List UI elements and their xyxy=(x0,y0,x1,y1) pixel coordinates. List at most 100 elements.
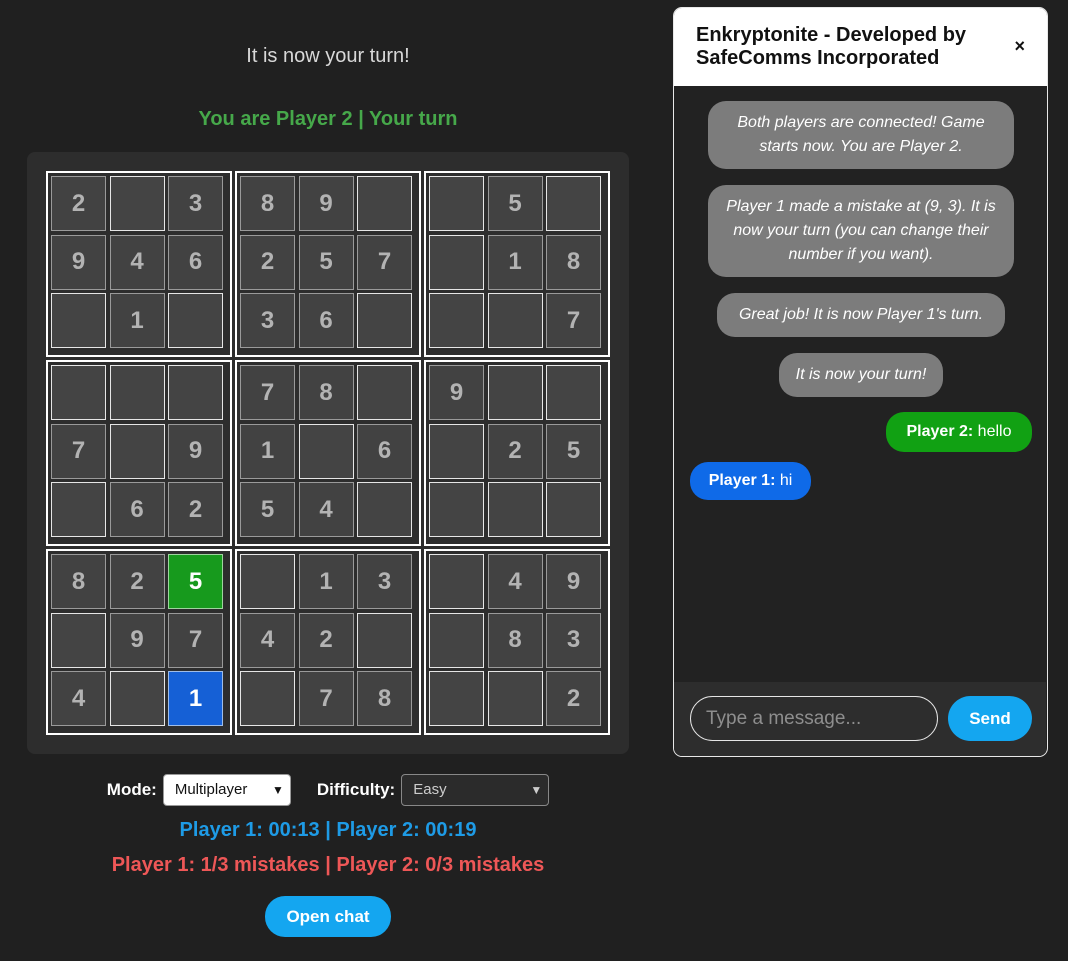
sudoku-cell[interactable]: 1 xyxy=(487,234,543,290)
message-input[interactable] xyxy=(690,696,938,741)
sudoku-cell[interactable]: 7 xyxy=(298,671,354,726)
player-status: You are Player 2 | Your turn xyxy=(198,108,458,130)
chat-message-text: Great job! It is now Player 1's turn. xyxy=(738,306,984,323)
sudoku-cell[interactable]: 6 xyxy=(168,234,223,290)
sudoku-cell[interactable] xyxy=(240,671,295,726)
sudoku-cell[interactable] xyxy=(429,234,484,290)
turn-message: It is now your turn! xyxy=(246,45,410,67)
sudoku-cell[interactable] xyxy=(357,176,412,231)
sudoku-cell[interactable]: 4 xyxy=(298,482,354,537)
sudoku-cell[interactable]: 1 xyxy=(109,293,165,348)
sudoku-cell[interactable] xyxy=(168,293,223,348)
sudoku-cell[interactable] xyxy=(487,482,543,537)
sudoku-cell[interactable]: 7 xyxy=(546,293,601,348)
sudoku-cell[interactable]: 3 xyxy=(168,176,223,231)
sudoku-cell[interactable] xyxy=(429,293,484,348)
sudoku-cell[interactable]: 6 xyxy=(109,482,165,537)
mode-label: Mode: xyxy=(106,779,157,799)
send-button[interactable]: Send xyxy=(948,696,1032,741)
sudoku-cell[interactable]: 5 xyxy=(546,423,601,479)
sudoku-cell[interactable]: 2 xyxy=(298,612,354,668)
sudoku-cell[interactable] xyxy=(298,423,354,479)
sudoku-cell[interactable]: 4 xyxy=(240,612,295,668)
sudoku-cell[interactable] xyxy=(429,423,484,479)
sudoku-cell[interactable]: 4 xyxy=(51,671,106,726)
sudoku-cell[interactable]: 1 xyxy=(240,423,295,479)
sudoku-cell[interactable]: 2 xyxy=(109,554,165,609)
sudoku-cell[interactable]: 5 xyxy=(240,482,295,537)
sudoku-cell[interactable]: 2 xyxy=(51,176,106,231)
difficulty-select-value: Easy xyxy=(413,781,447,798)
close-icon[interactable]: × xyxy=(1014,36,1025,57)
sudoku-cell[interactable] xyxy=(51,612,106,668)
sudoku-cell[interactable] xyxy=(546,176,601,231)
sudoku-cell[interactable] xyxy=(51,365,106,420)
sudoku-cell[interactable]: 4 xyxy=(487,554,543,609)
sudoku-cell[interactable]: 6 xyxy=(357,423,412,479)
sudoku-box: 49832 xyxy=(424,549,610,735)
sudoku-cell[interactable] xyxy=(429,176,484,231)
sudoku-cell[interactable]: 7 xyxy=(51,423,106,479)
chat-header: Enkryptonite - Developed by SafeComms In… xyxy=(674,8,1047,86)
sudoku-cell[interactable]: 2 xyxy=(546,671,601,726)
sudoku-cell[interactable] xyxy=(109,671,165,726)
sudoku-cell[interactable] xyxy=(168,365,223,420)
sudoku-cell[interactable]: 4 xyxy=(109,234,165,290)
sudoku-cell[interactable]: 3 xyxy=(546,612,601,668)
sudoku-cell[interactable]: 9 xyxy=(168,423,223,479)
sudoku-cell[interactable]: 7 xyxy=(168,612,223,668)
sudoku-cell[interactable]: 2 xyxy=(487,423,543,479)
sudoku-cell[interactable]: 3 xyxy=(240,293,295,348)
sudoku-cell[interactable]: 2 xyxy=(240,234,295,290)
sudoku-cell[interactable]: 8 xyxy=(298,365,354,420)
sudoku-cell[interactable]: 8 xyxy=(51,554,106,609)
difficulty-select[interactable]: Easy ▼ xyxy=(401,773,550,806)
sudoku-cell[interactable]: 8 xyxy=(357,671,412,726)
mode-select[interactable]: Multiplayer ▼ xyxy=(162,773,291,806)
sudoku-board-container: 2394618925736518779627816549258259741134… xyxy=(27,152,629,754)
sudoku-cell[interactable]: 6 xyxy=(298,293,354,348)
sudoku-cell[interactable] xyxy=(546,482,601,537)
sudoku-cell[interactable]: 8 xyxy=(487,612,543,668)
sudoku-cell[interactable]: 7 xyxy=(240,365,295,420)
sudoku-cell[interactable]: 5 xyxy=(298,234,354,290)
sudoku-cell[interactable] xyxy=(357,612,412,668)
sudoku-cell[interactable] xyxy=(487,293,543,348)
sudoku-cell[interactable]: 9 xyxy=(298,176,354,231)
sudoku-cell[interactable] xyxy=(240,554,295,609)
sudoku-cell[interactable]: 9 xyxy=(109,612,165,668)
sudoku-cell[interactable]: 3 xyxy=(357,554,412,609)
sudoku-cell[interactable] xyxy=(429,671,484,726)
sudoku-cell[interactable] xyxy=(487,365,543,420)
sudoku-cell[interactable] xyxy=(429,482,484,537)
sudoku-cell[interactable]: 7 xyxy=(357,234,412,290)
sudoku-cell[interactable] xyxy=(51,293,106,348)
sudoku-cell[interactable] xyxy=(109,423,165,479)
chat-message-text: Both players are connected! Game starts … xyxy=(737,114,985,155)
sudoku-cell[interactable] xyxy=(109,176,165,231)
sudoku-cell[interactable]: 1 xyxy=(298,554,354,609)
sudoku-cell[interactable]: 2 xyxy=(168,482,223,537)
sudoku-cell[interactable] xyxy=(429,612,484,668)
sudoku-cell[interactable] xyxy=(487,671,543,726)
sudoku-cell[interactable] xyxy=(357,482,412,537)
sudoku-cell[interactable] xyxy=(109,365,165,420)
sudoku-cell[interactable]: 9 xyxy=(51,234,106,290)
sudoku-cell[interactable]: 5 xyxy=(168,554,223,609)
sudoku-cell[interactable] xyxy=(357,293,412,348)
sudoku-cell[interactable]: 9 xyxy=(429,365,484,420)
sudoku-cell[interactable] xyxy=(51,482,106,537)
chevron-down-icon: ▼ xyxy=(271,782,284,797)
chat-input-bar: Send xyxy=(674,682,1046,756)
sudoku-cell[interactable]: 8 xyxy=(240,176,295,231)
sudoku-cell[interactable]: 9 xyxy=(546,554,601,609)
sudoku-cell[interactable]: 1 xyxy=(168,671,223,726)
sudoku-box: 89257 36 xyxy=(235,171,421,357)
sudoku-cell[interactable] xyxy=(429,554,484,609)
sudoku-cell[interactable]: 5 xyxy=(487,176,543,231)
sudoku-cell[interactable]: 8 xyxy=(546,234,601,290)
sudoku-cell[interactable] xyxy=(357,365,412,420)
open-chat-button[interactable]: Open chat xyxy=(265,896,391,937)
sudoku-box: 7 962 xyxy=(46,360,232,546)
sudoku-cell[interactable] xyxy=(546,365,601,420)
